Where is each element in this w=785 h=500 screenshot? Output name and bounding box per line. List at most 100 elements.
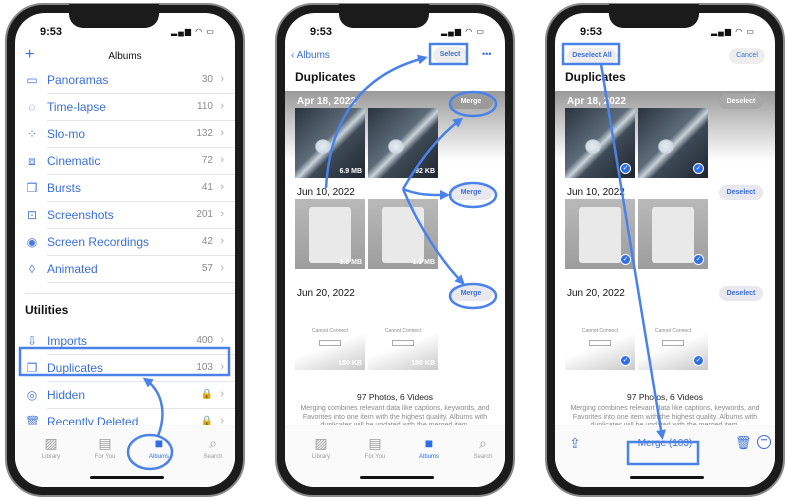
tab-bar: ▨ Library ▤ For You ■ Albums ⌕ Search — [15, 425, 235, 487]
more-icon[interactable]: ••• — [757, 435, 771, 449]
album-row-animated[interactable]: ◊ Animated 57 › — [15, 256, 235, 283]
albums-icon: ■ — [424, 435, 434, 451]
tab-label: Albums — [148, 454, 169, 460]
photo-thumbnail[interactable]: Cannot Connect ✓ — [565, 300, 635, 370]
merge-button[interactable]: Merge — [449, 286, 493, 301]
album-label: Bursts — [47, 181, 82, 195]
slomo-icon: ⁘ — [26, 127, 38, 141]
library-icon: ▨ — [44, 435, 58, 451]
tab-for-you[interactable]: ▤ For You — [85, 435, 125, 460]
photo-thumbnail[interactable]: 6.9 MB — [295, 108, 365, 178]
tab-label: For You — [364, 454, 386, 460]
checkmark-icon: ✓ — [620, 163, 631, 174]
album-row-cinematic[interactable]: ⧈ Cinematic 72 › — [15, 148, 235, 175]
photo-thumbnail[interactable]: 1.3 MB — [295, 199, 365, 269]
search-icon: ⌕ — [209, 435, 217, 451]
group-date: Jun 10, 2022 — [567, 187, 625, 198]
album-row-duplicates[interactable]: ❐ Duplicates 103 › — [15, 355, 235, 382]
chevron-right-icon: › — [220, 154, 224, 166]
select-screen: 9:53 ▂▄▆ ◠ ▭ Deselect All Cancel Duplica… — [555, 13, 775, 487]
status-icons: ▂▄▆ ◠ ▭ — [441, 27, 485, 36]
merge-button[interactable]: Merge — [449, 94, 493, 109]
photo-thumbnail[interactable]: Cannot Connect 180 KB — [295, 300, 365, 370]
divider — [47, 282, 235, 283]
album-label: Screen Recordings — [47, 235, 150, 249]
album-count: 57 — [201, 263, 213, 274]
status-time: 9:53 — [40, 26, 63, 38]
album-row-panoramas[interactable]: ▭ Panoramas 30 › — [15, 67, 235, 94]
merge-all-button[interactable]: Merge (103) — [630, 436, 700, 454]
deselect-button[interactable]: Deselect — [719, 286, 763, 301]
file-size: 6.9 MB — [339, 168, 362, 175]
share-icon[interactable]: ⇪ — [569, 435, 581, 452]
album-count: 132 — [196, 128, 213, 139]
album-count: 110 — [197, 101, 213, 112]
checkmark-icon: ✓ — [693, 355, 704, 366]
photo-thumbnail[interactable]: ✓ — [565, 199, 635, 269]
file-size: 1.3 MB — [412, 259, 435, 266]
deselect-all-button[interactable]: Deselect All — [567, 48, 617, 64]
screenshot-icon: ⊡ — [26, 208, 38, 222]
album-row-hidden[interactable]: ◎ Hidden 🔒 › — [15, 382, 235, 409]
album-count: 41 — [201, 182, 213, 193]
tab-albums[interactable]: ■ Albums — [409, 435, 449, 460]
deselect-button[interactable]: Deselect — [719, 94, 763, 109]
album-row-bursts[interactable]: ❒ Bursts 41 › — [15, 175, 235, 202]
merge-button[interactable]: Merge — [449, 185, 493, 200]
notch — [69, 4, 159, 28]
photo-thumbnail[interactable]: ✓ — [638, 199, 708, 269]
tab-label: Search — [203, 454, 223, 460]
tab-label: Search — [473, 454, 493, 460]
tab-library[interactable]: ▨ Library — [301, 435, 341, 460]
status-time: 9:53 — [580, 26, 603, 38]
photo-thumbnail[interactable]: ✓ — [638, 108, 708, 178]
file-size: 1.3 MB — [339, 259, 362, 266]
album-label: Duplicates — [47, 361, 104, 375]
select-button[interactable]: Select — [433, 47, 467, 63]
photo-thumbnail[interactable]: 92 KB — [368, 108, 438, 178]
back-button[interactable]: ‹ Albums — [291, 50, 330, 61]
tab-for-you[interactable]: ▤ For You — [355, 435, 395, 460]
home-indicator — [90, 476, 164, 479]
bursts-icon: ❒ — [26, 181, 38, 195]
photo-thumbnail[interactable]: Cannot Connect 180 KB — [368, 300, 438, 370]
divider — [25, 293, 235, 294]
retry-preview — [319, 340, 341, 346]
more-icon[interactable]: ••• — [482, 49, 491, 59]
albums-screen: 9:53 ▂▄▆ ◠ ▭ + Albums ▭ Panoramas 30 › ◌ … — [15, 13, 235, 487]
phone-duplicates: 9:53 ▂▄▆ ◠ ▭ ‹ Albums Select ••• Duplica… — [275, 3, 515, 497]
chevron-right-icon: › — [220, 334, 224, 346]
tab-albums[interactable]: ■ Albums — [139, 435, 179, 460]
summary: 97 Photos, 6 Videos — [627, 392, 703, 402]
tab-search[interactable]: ⌕ Search — [193, 435, 233, 460]
chevron-right-icon: › — [220, 235, 224, 247]
album-row-imports[interactable]: ⇩ Imports 400 › — [15, 328, 235, 355]
toolbar: ⇪ Merge (103) 🗑 ••• — [555, 425, 775, 487]
checkmark-icon: ✓ — [693, 163, 704, 174]
album-row-screen-recordings[interactable]: ◉ Screen Recordings 42 › — [15, 229, 235, 256]
tab-library[interactable]: ▨ Library — [31, 435, 71, 460]
status-time: 9:53 — [310, 26, 333, 38]
album-row-slo-mo[interactable]: ⁘ Slo-mo 132 › — [15, 121, 235, 148]
thumb-caption: Cannot Connect — [311, 328, 349, 334]
album-count: 30 — [201, 74, 213, 85]
nav-title: Albums — [108, 51, 142, 62]
dialog-preview — [309, 207, 351, 263]
albums-icon: ■ — [154, 435, 164, 451]
tab-search[interactable]: ⌕ Search — [463, 435, 503, 460]
album-row-time-lapse[interactable]: ◌ Time-lapse 110 › — [15, 94, 235, 121]
photo-thumbnail[interactable]: Cannot Connect ✓ — [638, 300, 708, 370]
photo-thumbnail[interactable]: ✓ — [565, 108, 635, 178]
album-row-screenshots[interactable]: ⊡ Screenshots 201 › — [15, 202, 235, 229]
album-count: 103 — [196, 362, 213, 373]
album-label: Time-lapse — [47, 100, 106, 114]
album-label: Slo-mo — [47, 127, 86, 141]
retry-preview — [589, 340, 611, 346]
notch — [339, 4, 429, 28]
photo-thumbnail[interactable]: 1.3 MB — [368, 199, 438, 269]
phone-select: 9:53 ▂▄▆ ◠ ▭ Deselect All Cancel Duplica… — [545, 3, 785, 497]
cancel-button[interactable]: Cancel — [729, 48, 765, 64]
deselect-button[interactable]: Deselect — [719, 185, 763, 200]
chevron-right-icon: › — [220, 127, 224, 139]
trash-icon[interactable]: 🗑 — [735, 435, 752, 451]
